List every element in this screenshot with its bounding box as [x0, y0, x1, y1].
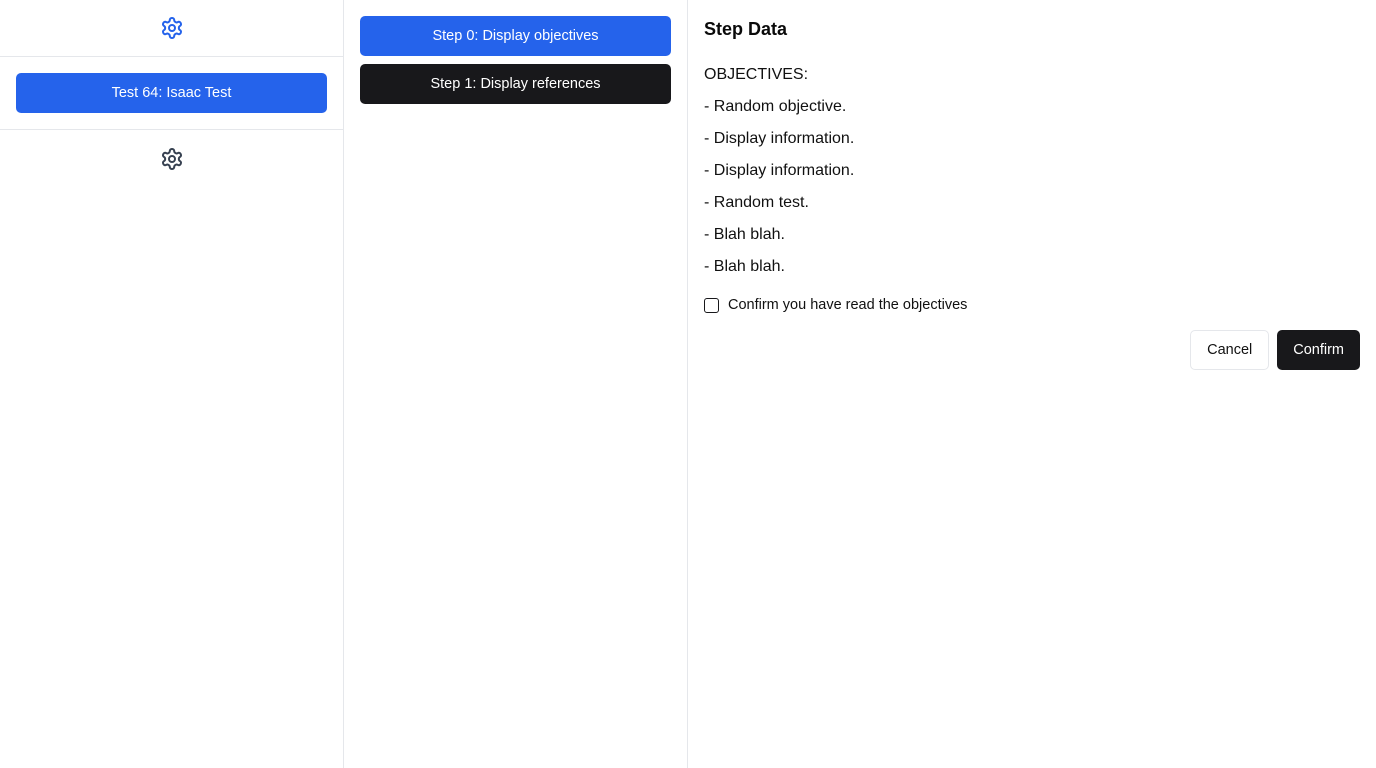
objective-item: - Random test. [704, 194, 809, 211]
step-0-button[interactable]: Step 0: Display objectives [360, 16, 671, 56]
page-title: Step Data [704, 19, 788, 39]
objective-item: - Blah blah. [704, 258, 785, 275]
objectives-header: OBJECTIVES: [704, 66, 809, 83]
confirm-button[interactable]: Confirm [1277, 330, 1360, 370]
objective-item: - Display information. [704, 130, 855, 147]
test-item-button[interactable]: Test 64: Isaac Test [16, 73, 327, 113]
confirm-read-checkbox[interactable] [704, 297, 719, 313]
objective-item: - Random objective. [704, 98, 847, 115]
objective-item: - Blah blah. [704, 226, 785, 243]
gear-icon[interactable] [160, 16, 184, 40]
step-data-panel: Step Data OBJECTIVES: - Random objective… [688, 0, 1376, 768]
sidebar-header [0, 0, 343, 57]
objective-item: - Display information. [704, 162, 855, 179]
action-bar: Cancel Confirm [704, 330, 1360, 370]
objectives-list: OBJECTIVES: - Random objective. - Displa… [704, 59, 1360, 283]
gear-icon[interactable] [160, 147, 184, 171]
confirm-read-label[interactable]: Confirm you have read the objectives [728, 297, 967, 313]
step-1-button[interactable]: Step 1: Display references [360, 64, 671, 104]
app: Test 64: Isaac Test Step 0: Display obje… [0, 0, 1376, 768]
test-list: Test 64: Isaac Test [0, 57, 343, 130]
confirm-read-row: Confirm you have read the objectives [704, 297, 1360, 313]
sidebar: Test 64: Isaac Test [0, 0, 344, 768]
sidebar-footer [0, 130, 343, 171]
step-list: Step 0: Display objectives Step 1: Displ… [344, 0, 688, 768]
cancel-button[interactable]: Cancel [1190, 330, 1270, 370]
